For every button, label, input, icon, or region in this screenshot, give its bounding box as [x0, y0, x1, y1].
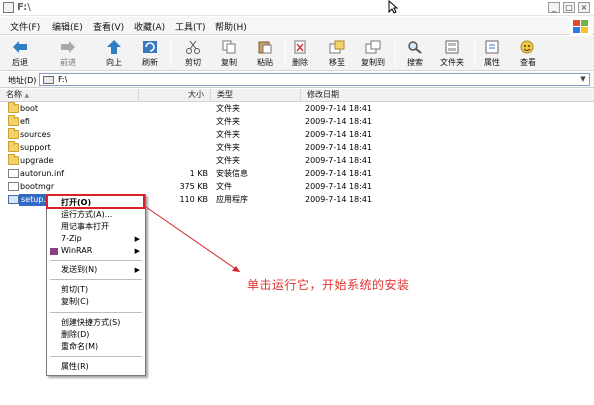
- menu-view[interactable]: 查看(V): [93, 20, 124, 33]
- menu-cut[interactable]: 剪切(T): [47, 284, 145, 296]
- menu-copy[interactable]: 复制(C): [47, 296, 145, 308]
- window-title: F:\: [17, 2, 31, 13]
- folder-icon: [8, 154, 19, 165]
- list-item[interactable]: bootmgr 375 KB 文件 2009-7-14 18:41: [0, 181, 594, 193]
- list-item[interactable]: upgrade 文件夹 2009-7-14 18:41: [0, 154, 594, 167]
- menu-separator: [50, 356, 142, 357]
- close-button[interactable]: ×: [578, 2, 590, 13]
- menu-run-as[interactable]: 运行方式(A)...: [47, 209, 145, 221]
- up-arrow-icon: [107, 40, 121, 54]
- column-modified[interactable]: 修改日期: [301, 89, 594, 102]
- address-value: F:\: [58, 75, 68, 84]
- search-button[interactable]: 搜索: [397, 37, 433, 70]
- view-icon: [520, 40, 534, 54]
- folders-button[interactable]: 文件夹: [434, 37, 470, 70]
- column-type[interactable]: 类型: [211, 89, 301, 102]
- menu-delete[interactable]: 删除(D): [47, 329, 145, 341]
- column-name[interactable]: 名称 ▲: [0, 89, 139, 102]
- properties-icon: [485, 40, 499, 54]
- folder-icon: [8, 102, 19, 113]
- forward-arrow-icon: [61, 41, 75, 53]
- list-item[interactable]: autorun.inf 1 KB 安装信息 2009-7-14 18:41: [0, 168, 594, 180]
- folder-icon: [8, 128, 19, 139]
- file-icon: [8, 182, 19, 191]
- menu-file[interactable]: 文件(F): [10, 20, 40, 33]
- minimize-button[interactable]: _: [548, 2, 560, 13]
- application-icon: [8, 195, 19, 204]
- folder-icon: [8, 141, 19, 152]
- menu-properties[interactable]: 属性(R): [47, 361, 145, 373]
- move-to-button[interactable]: 移至: [319, 37, 355, 70]
- menu-help[interactable]: 帮助(H): [215, 20, 247, 33]
- scissors-icon: [186, 40, 200, 54]
- toolbar: 后退 前进 向上 刷新 剪切 复制 粘贴 删除 移至 复制到 搜索 文件夹 属性…: [0, 36, 594, 71]
- delete-button[interactable]: 删除: [282, 37, 318, 70]
- menu-bar: 文件(F) 编辑(E) 查看(V) 收藏(A) 工具(T) 帮助(H): [0, 17, 594, 35]
- forward-button[interactable]: 前进: [50, 37, 86, 70]
- refresh-button[interactable]: 刷新: [132, 37, 168, 70]
- context-menu: 打开(O) 运行方式(A)... 用记事本打开 7-Zip ▶ WinRAR ▶ 发…: [46, 194, 146, 376]
- back-arrow-icon: [13, 41, 27, 53]
- search-icon: [408, 41, 422, 54]
- menu-tools[interactable]: 工具(T): [175, 20, 206, 33]
- maximize-button[interactable]: □: [563, 2, 575, 13]
- address-bar: 地址(D) F:\ ▼: [0, 72, 594, 88]
- submenu-arrow-icon: ▶: [134, 235, 140, 243]
- list-item[interactable]: boot 文件夹 2009-7-14 18:41: [0, 102, 594, 115]
- menu-winrar[interactable]: WinRAR ▶: [47, 245, 145, 257]
- up-button[interactable]: 向上: [96, 37, 132, 70]
- view-button[interactable]: 查看: [510, 37, 546, 70]
- clipboard-icon: [258, 41, 272, 54]
- menu-create-shortcut[interactable]: 创建快捷方式(S): [47, 317, 145, 329]
- move-to-icon: [329, 40, 345, 54]
- open-highlight-box: [46, 194, 145, 209]
- folder-window-icon: [3, 2, 14, 13]
- address-input[interactable]: F:\ ▼: [39, 73, 590, 86]
- column-headers: 名称 ▲ 大小 类型 修改日期: [0, 89, 594, 102]
- address-label: 地址(D): [8, 76, 37, 85]
- menu-7zip[interactable]: 7-Zip ▶: [47, 233, 145, 245]
- annotation-text: 单击运行它，开始系统的安装: [247, 278, 410, 292]
- column-size[interactable]: 大小: [139, 89, 211, 102]
- menu-edit[interactable]: 编辑(E): [52, 20, 83, 33]
- copy-button[interactable]: 复制: [211, 37, 247, 70]
- copy-to-button[interactable]: 复制到: [355, 37, 391, 70]
- menu-favorites[interactable]: 收藏(A): [134, 20, 165, 33]
- cut-button[interactable]: 剪切: [175, 37, 211, 70]
- menu-open-with-notepad[interactable]: 用记事本打开: [47, 221, 145, 233]
- paste-button[interactable]: 粘贴: [247, 37, 283, 70]
- menu-send-to[interactable]: 发送到(N) ▶: [47, 264, 145, 276]
- properties-button[interactable]: 属性: [474, 37, 510, 70]
- copy-to-icon: [365, 40, 381, 54]
- refresh-icon: [143, 41, 157, 53]
- submenu-arrow-icon: ▶: [134, 247, 140, 255]
- chevron-down-icon[interactable]: ▼: [578, 75, 588, 84]
- windows-logo-icon: [570, 17, 592, 35]
- list-item[interactable]: efi 文件夹 2009-7-14 18:41: [0, 115, 594, 128]
- settings-file-icon: [8, 169, 19, 178]
- delete-icon: [294, 40, 306, 54]
- menu-separator: [50, 312, 142, 313]
- copy-icon: [222, 40, 236, 54]
- back-button[interactable]: 后退: [2, 37, 38, 70]
- mouse-pointer-icon: [388, 0, 398, 14]
- drive-icon: [43, 76, 54, 84]
- menu-separator: [50, 260, 142, 261]
- folders-pane-icon: [445, 40, 459, 54]
- folder-icon: [8, 115, 19, 126]
- winrar-icon: [50, 248, 58, 255]
- menu-separator: [50, 279, 142, 280]
- title-bar: F:\ _ □ ×: [0, 0, 594, 16]
- list-item[interactable]: support 文件夹 2009-7-14 18:41: [0, 141, 594, 154]
- submenu-arrow-icon: ▶: [134, 266, 140, 274]
- menu-rename[interactable]: 重命名(M): [47, 341, 145, 353]
- list-item[interactable]: sources 文件夹 2009-7-14 18:41: [0, 128, 594, 141]
